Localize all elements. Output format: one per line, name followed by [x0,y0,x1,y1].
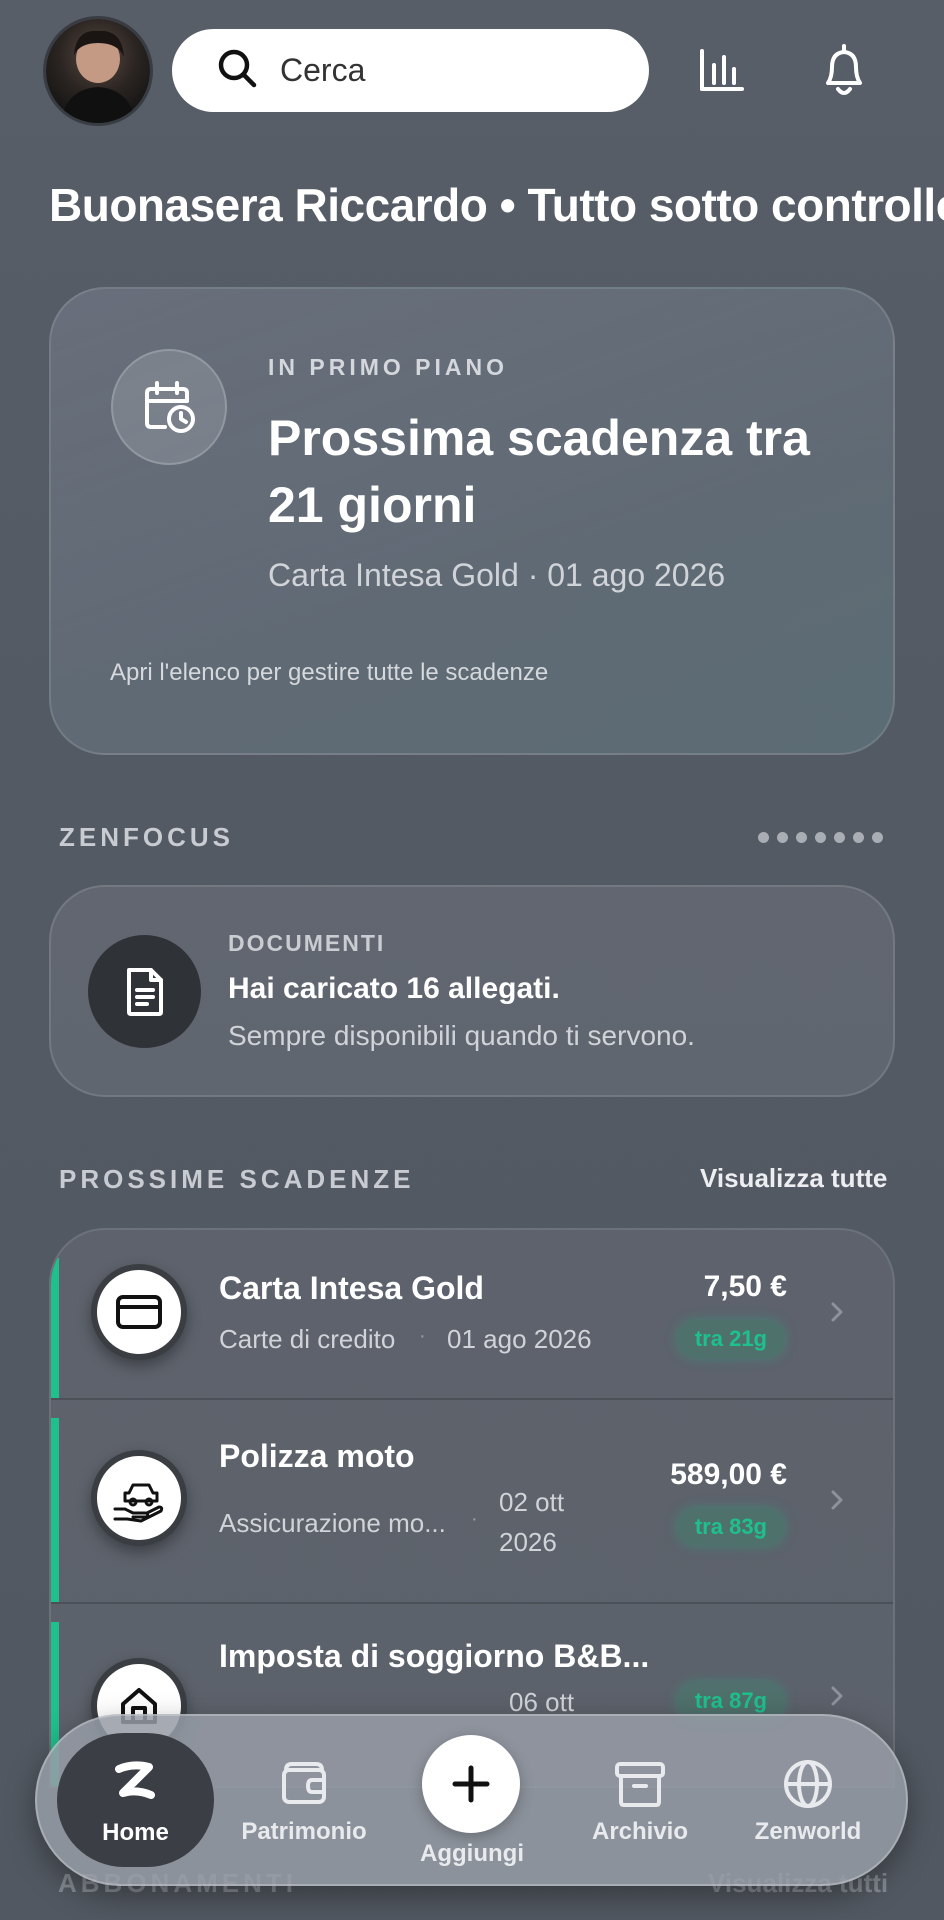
zenfocus-kicker: DOCUMENTI [228,930,386,956]
accent-bar [51,1258,59,1398]
stats-icon[interactable] [696,45,748,97]
carousel-dot[interactable] [872,832,883,843]
chevron-right-icon [831,1490,843,1510]
zenfocus-card-subtitle: Sempre disponibili quando ti servono. [228,1020,695,1051]
days-left-badge: tra 21g [676,1320,785,1358]
deadline-category: Assicurazione mo... [219,1508,446,1538]
avatar[interactable] [46,19,150,123]
deadline-name: Imposta di soggiorno B&B... [219,1638,650,1674]
deadline-name: Polizza moto [219,1438,415,1474]
deadlines-list: Carta Intesa Gold Carte di credito · 01 … [49,1228,895,1788]
deadlines-view-all-link[interactable]: Visualizza tutte [700,1163,887,1194]
deadlines-title: PROSSIME SCADENZE [59,1164,415,1194]
search-input[interactable]: Cerca [280,52,365,89]
highlight-title: Prossima scadenza tra 21 giorni [268,410,810,533]
search-bar[interactable]: Cerca [172,29,649,112]
deadline-date-line: 2026 [499,1527,557,1557]
carousel-dot[interactable] [796,832,807,843]
separator-dot: · [471,1508,478,1530]
nav-assets-button[interactable]: Patrimonio [236,1752,372,1852]
separator-dot: · [419,1325,426,1347]
add-button[interactable] [422,1735,520,1833]
deadline-date: 01 ago 2026 [447,1324,592,1354]
carousel-dot[interactable] [758,832,769,843]
days-left-badge: tra 83g [676,1508,785,1546]
plus-icon [452,1765,490,1803]
carousel-dot[interactable] [834,832,845,843]
zenfocus-title: ZENFOCUS [59,822,234,852]
deadline-row-intesa[interactable]: Carta Intesa Gold Carte di credito · 01 … [51,1230,893,1400]
carousel-dot[interactable] [815,832,826,843]
deadline-date: 02 ott 2026 [499,1482,564,1562]
chevron-right-icon [831,1686,843,1706]
carousel-dots[interactable] [758,832,883,843]
deadline-row-polizza[interactable]: Polizza moto Assicurazione mo... · 02 ot… [51,1398,893,1604]
highlight-note: Apri l'elenco per gestire tutte le scade… [110,659,549,686]
bell-icon[interactable] [818,43,870,95]
zen-logo-icon [115,1761,155,1799]
nav-assets-label: Patrimonio [241,1818,367,1845]
deadline-date-line: 02 ott [499,1487,565,1517]
carousel-dot[interactable] [853,832,864,843]
archive-icon [615,1762,665,1807]
calendar-clock-icon [111,349,227,465]
chevron-right-icon [831,1302,843,1322]
nav-archive-label: Archivio [591,1818,689,1845]
wallet-icon [282,1762,326,1804]
nav-add-label: Aggiungi [420,1840,524,1867]
document-icon [88,935,201,1048]
deadline-name: Carta Intesa Gold [219,1270,484,1306]
nav-home-button[interactable]: Home [57,1733,214,1867]
globe-icon [784,1760,832,1808]
carousel-dot[interactable] [777,832,788,843]
car-insurance-icon [91,1450,187,1546]
nav-world-button[interactable]: Zenworld [740,1752,876,1852]
deadline-category: Carte di credito [219,1324,396,1354]
nav-world-label: Zenworld [754,1818,862,1845]
credit-card-icon [91,1264,187,1360]
nav-archive-button[interactable]: Archivio [572,1752,708,1852]
highlight-subtitle: Carta Intesa Gold · 01 ago 2026 [268,557,726,593]
search-icon [216,47,258,94]
zenfocus-card-title: Hai caricato 16 allegati. [228,972,560,1005]
deadline-amount: 7,50 € [703,1270,787,1303]
highlight-kicker: IN PRIMO PIANO [268,354,509,380]
deadline-amount: 589,00 € [670,1458,787,1491]
nav-home-label: Home [102,1819,169,1846]
accent-bar [51,1418,59,1602]
greeting-title: Buonasera Riccardo • Tutto sotto control… [49,179,944,231]
